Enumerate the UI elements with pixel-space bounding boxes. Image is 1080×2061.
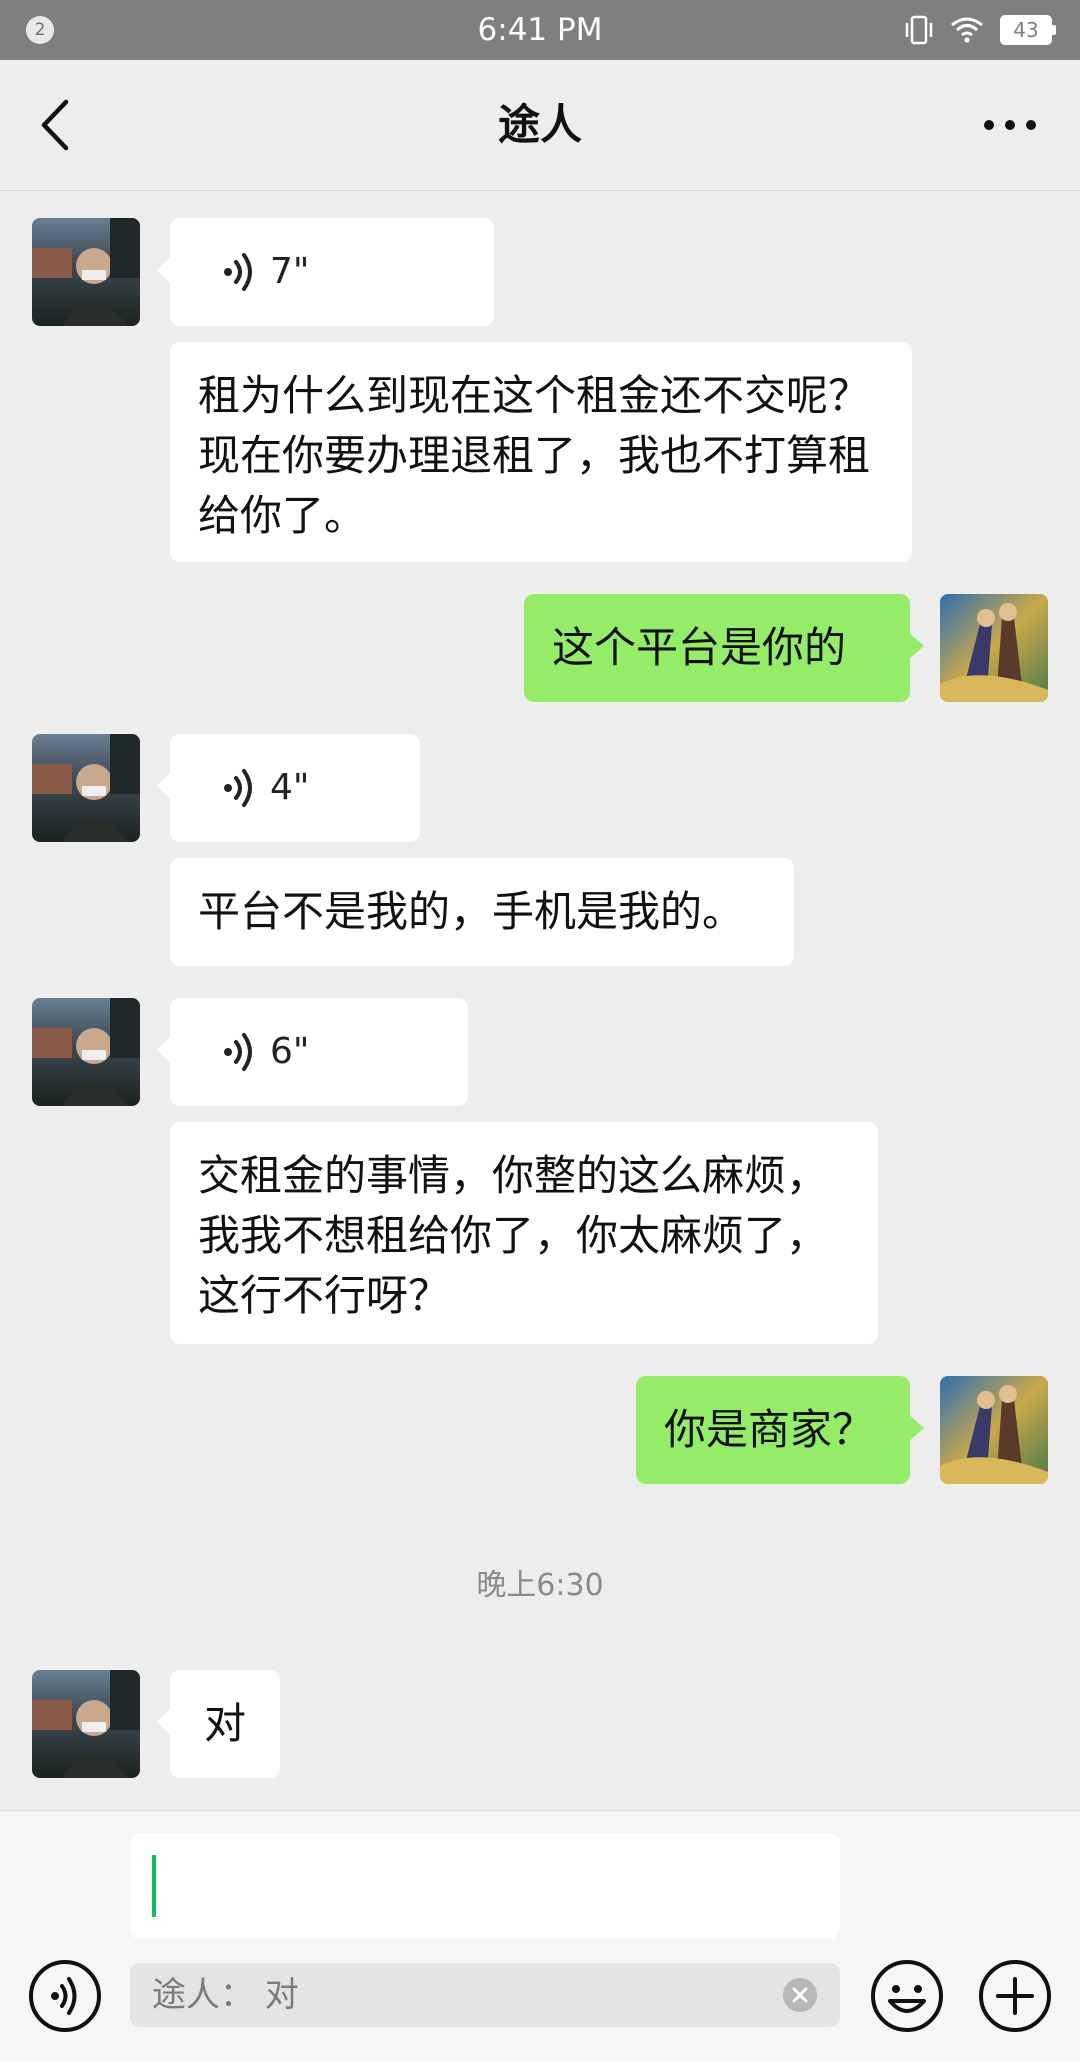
- contact-avatar[interactable]: [32, 998, 140, 1106]
- quoted-message-text: 途人： 对: [152, 1975, 299, 2015]
- status-icons: 43: [904, 12, 1056, 48]
- battery-indicator: 43: [1000, 15, 1056, 45]
- voice-wave-icon: [224, 1033, 252, 1071]
- my-avatar[interactable]: [940, 594, 1048, 702]
- voice-message-bubble[interactable]: 6": [156, 998, 468, 1106]
- message-text: 租为什么到现在这个租金还不交呢？现在你要办理退租了，我也不打算租给你了。: [198, 371, 871, 540]
- smiley-icon[interactable]: [870, 1959, 944, 2033]
- message-text: 这个平台是你的: [552, 623, 847, 672]
- voice-duration: 6": [270, 1031, 310, 1072]
- message-text: 你是商家？: [664, 1405, 875, 1454]
- message-text: 对: [203, 1699, 246, 1748]
- vibrate-icon: [905, 15, 933, 45]
- message-text: 交租金的事情，你整的这么麻烦，我我不想租给你了，你太麻烦了，这行不行呀？: [198, 1151, 829, 1320]
- voice-duration: 4": [270, 767, 310, 808]
- wifi-icon: [951, 17, 983, 43]
- message-composer: 途人： 对: [0, 1810, 1080, 2061]
- text-caret: [152, 1855, 156, 1917]
- text-message-bubble[interactable]: 交租金的事情，你整的这么麻烦，我我不想租给你了，你太麻烦了，这行不行呀？: [170, 1122, 878, 1344]
- message-text: 平台不是我的，手机是我的。: [198, 887, 745, 936]
- sent-message-bubble[interactable]: 你是商家？: [636, 1376, 924, 1484]
- clear-x-icon[interactable]: [782, 1977, 818, 2013]
- voice-wave-icon: [224, 769, 252, 807]
- contact-avatar[interactable]: [32, 734, 140, 842]
- voice-duration: 7": [270, 251, 310, 292]
- contact-avatar[interactable]: [32, 218, 140, 326]
- text-message-bubble[interactable]: 对: [156, 1670, 280, 1778]
- voice-message-bubble[interactable]: 4": [156, 734, 420, 842]
- text-message-bubble[interactable]: 平台不是我的，手机是我的。: [170, 858, 794, 966]
- text-message-bubble[interactable]: 租为什么到现在这个租金还不交呢？现在你要办理退租了，我也不打算租给你了。: [170, 342, 912, 562]
- more-dots-icon[interactable]: [980, 100, 1040, 150]
- plus-circle-icon[interactable]: [978, 1959, 1052, 2033]
- message-input[interactable]: [130, 1833, 840, 1939]
- my-avatar[interactable]: [940, 1376, 1048, 1484]
- voice-wave-icon: [224, 253, 252, 291]
- quoted-message[interactable]: 途人： 对: [130, 1963, 840, 2027]
- voice-wave-icon[interactable]: [28, 1959, 102, 2033]
- chat-title: 途人: [497, 100, 582, 149]
- chat-timestamp: 晚上6:30: [476, 1568, 604, 1603]
- chat-header: 途人: [0, 60, 1080, 191]
- contact-avatar[interactable]: [32, 1670, 140, 1778]
- sent-message-bubble[interactable]: 这个平台是你的: [524, 594, 924, 702]
- voice-message-bubble[interactable]: 7": [156, 218, 494, 326]
- status-bar: 2 6:41 PM 43: [0, 0, 1080, 60]
